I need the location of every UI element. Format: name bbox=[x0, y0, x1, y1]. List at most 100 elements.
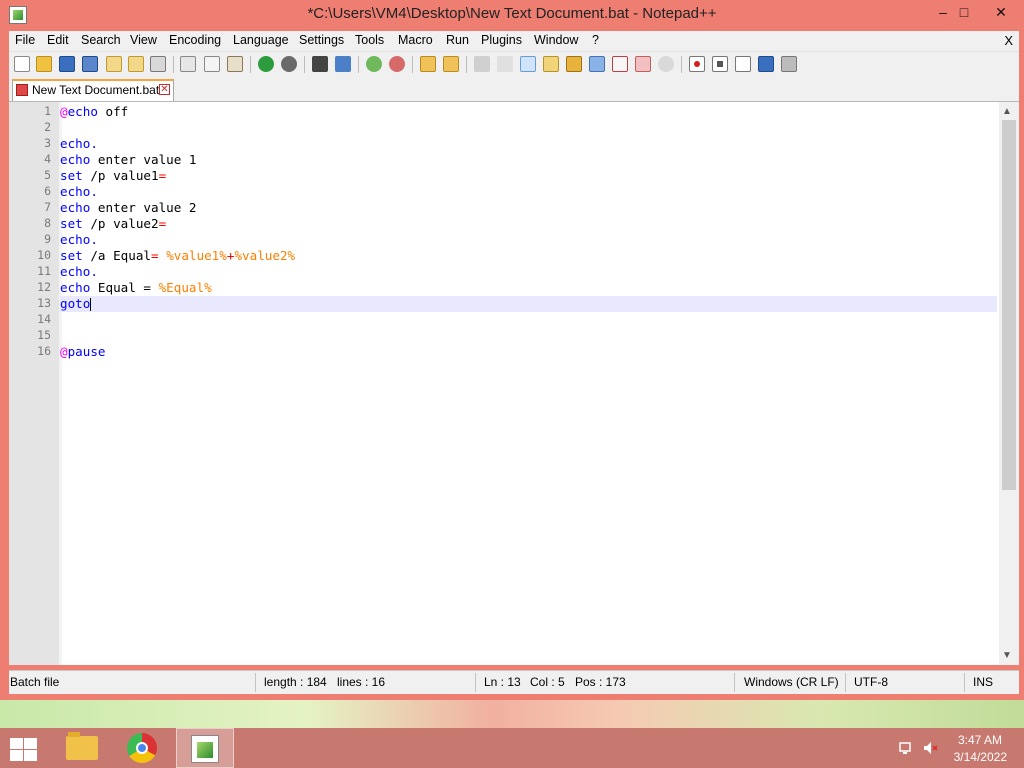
folder-as-workspace-icon[interactable] bbox=[612, 56, 628, 72]
find-icon[interactable] bbox=[312, 56, 328, 72]
show-all-characters-icon[interactable] bbox=[497, 56, 513, 72]
line-number[interactable]: 6 bbox=[44, 184, 51, 198]
menu-run[interactable]: Run bbox=[446, 33, 469, 47]
copy-icon[interactable] bbox=[204, 56, 220, 72]
menu-settings[interactable]: Settings bbox=[299, 33, 344, 47]
code-line[interactable]: echo. bbox=[60, 232, 997, 248]
sync-horizontal-icon[interactable] bbox=[443, 56, 459, 72]
zoom-out-icon[interactable] bbox=[389, 56, 405, 72]
replace-icon[interactable] bbox=[335, 56, 351, 72]
close-all-icon[interactable] bbox=[128, 56, 144, 72]
network-icon[interactable] bbox=[898, 740, 914, 756]
menu-help[interactable]: ? bbox=[592, 33, 599, 47]
code-text-area[interactable]: @echo off echo. echo enter value 1 set /p … bbox=[60, 104, 997, 360]
redo-icon[interactable] bbox=[281, 56, 297, 72]
line-number[interactable]: 9 bbox=[44, 232, 51, 246]
record-macro-icon[interactable] bbox=[689, 56, 705, 72]
code-line[interactable] bbox=[60, 312, 997, 328]
tab-new-text-document[interactable]: New Text Document.bat ✕ bbox=[12, 79, 174, 101]
code-line[interactable]: echo enter value 1 bbox=[60, 152, 997, 168]
line-number[interactable]: 16 bbox=[37, 344, 51, 358]
title-bar[interactable]: *C:\Users\VM4\Desktop\New Text Document.… bbox=[0, 0, 1024, 31]
line-number[interactable]: 8 bbox=[44, 216, 51, 230]
close-icon[interactable] bbox=[106, 56, 122, 72]
doc-map-icon[interactable] bbox=[566, 56, 582, 72]
line-number[interactable]: 15 bbox=[37, 328, 51, 342]
code-line[interactable]: echo Equal = %Equal% bbox=[60, 280, 997, 296]
code-line[interactable]: goto bbox=[60, 296, 997, 312]
scrollbar-thumb[interactable] bbox=[1002, 120, 1016, 490]
sync-vertical-icon[interactable] bbox=[420, 56, 436, 72]
vertical-scrollbar[interactable]: ▲ ▼ bbox=[999, 102, 1019, 665]
status-encoding[interactable]: UTF-8 bbox=[854, 675, 888, 689]
code-line[interactable] bbox=[60, 120, 997, 136]
code-line[interactable]: set /p value1= bbox=[60, 168, 997, 184]
new-file-icon[interactable] bbox=[14, 56, 30, 72]
close-window-button[interactable]: ✕ bbox=[979, 0, 1023, 24]
menu-search[interactable]: Search bbox=[81, 33, 121, 47]
volume-muted-icon[interactable] bbox=[922, 740, 938, 756]
close-document-button[interactable]: X bbox=[1004, 33, 1013, 48]
undo-icon[interactable] bbox=[258, 56, 274, 72]
line-number[interactable]: 3 bbox=[44, 136, 51, 150]
taskbar-chrome[interactable] bbox=[114, 728, 172, 768]
menu-macro[interactable]: Macro bbox=[398, 33, 433, 47]
tab-close-icon[interactable]: ✕ bbox=[159, 84, 170, 95]
function-list-icon[interactable] bbox=[589, 56, 605, 72]
menu-edit[interactable]: Edit bbox=[47, 33, 69, 47]
menu-encoding[interactable]: Encoding bbox=[169, 33, 221, 47]
monitoring-icon[interactable] bbox=[658, 56, 674, 72]
word-wrap-icon[interactable] bbox=[474, 56, 490, 72]
playback-macro-icon[interactable] bbox=[735, 56, 751, 72]
code-line[interactable]: @pause bbox=[60, 344, 997, 360]
line-number[interactable]: 14 bbox=[37, 312, 51, 326]
indent-guide-icon[interactable] bbox=[520, 56, 536, 72]
doc-switcher-icon[interactable] bbox=[635, 56, 651, 72]
line-number[interactable]: 5 bbox=[44, 168, 51, 182]
code-line[interactable]: set /p value2= bbox=[60, 216, 997, 232]
save-icon[interactable] bbox=[59, 56, 75, 72]
code-line[interactable]: echo. bbox=[60, 136, 997, 152]
code-line[interactable]: echo. bbox=[60, 264, 997, 280]
line-number[interactable]: 4 bbox=[44, 152, 51, 166]
line-number[interactable]: 10 bbox=[37, 248, 51, 262]
cut-icon[interactable] bbox=[180, 56, 196, 72]
save-all-icon[interactable] bbox=[82, 56, 98, 72]
run-macro-multiple-icon[interactable] bbox=[758, 56, 774, 72]
line-number[interactable]: 12 bbox=[37, 280, 51, 294]
menu-window[interactable]: Window bbox=[534, 33, 578, 47]
status-eol-format[interactable]: Windows (CR LF) bbox=[744, 675, 839, 689]
code-line[interactable]: echo. bbox=[60, 184, 997, 200]
taskbar-notepad-plus-plus[interactable] bbox=[176, 728, 234, 768]
menu-view[interactable]: View bbox=[130, 33, 157, 47]
clock-time[interactable]: 3:47 AM bbox=[958, 733, 1002, 747]
line-number[interactable]: 7 bbox=[44, 200, 51, 214]
line-number[interactable]: 1 bbox=[44, 104, 51, 118]
editor-area[interactable]: 1 2 3 4 5 6 7 8 9 10 11 12 13 14 15 16 @echo off echo. e… bbox=[9, 102, 1019, 665]
code-line[interactable]: echo enter value 2 bbox=[60, 200, 997, 216]
print-icon[interactable] bbox=[150, 56, 166, 72]
menu-file[interactable]: File bbox=[15, 33, 35, 47]
maximize-button[interactable]: □ bbox=[947, 0, 981, 24]
line-number[interactable]: 2 bbox=[44, 120, 51, 134]
menu-plugins[interactable]: Plugins bbox=[481, 33, 522, 47]
code-line[interactable]: set /a Equal= %value1%+%value2% bbox=[60, 248, 997, 264]
status-insert-mode[interactable]: INS bbox=[973, 675, 993, 689]
taskbar-file-explorer[interactable] bbox=[52, 728, 110, 768]
menu-tools[interactable]: Tools bbox=[355, 33, 384, 47]
paste-icon[interactable] bbox=[227, 56, 243, 72]
line-number[interactable]: 13 bbox=[37, 296, 51, 310]
scroll-down-icon[interactable]: ▼ bbox=[1002, 650, 1012, 661]
user-defined-language-icon[interactable] bbox=[543, 56, 559, 72]
clock-date[interactable]: 3/14/2022 bbox=[954, 750, 1007, 764]
code-line[interactable]: @echo off bbox=[60, 104, 997, 120]
zoom-in-icon[interactable] bbox=[366, 56, 382, 72]
code-line[interactable] bbox=[60, 328, 997, 344]
windows-start-icon[interactable] bbox=[8, 736, 38, 762]
save-macro-icon[interactable] bbox=[781, 56, 797, 72]
line-number[interactable]: 11 bbox=[37, 264, 51, 278]
scroll-up-icon[interactable]: ▲ bbox=[1002, 106, 1012, 117]
menu-language[interactable]: Language bbox=[233, 33, 289, 47]
stop-recording-icon[interactable] bbox=[712, 56, 728, 72]
open-file-icon[interactable] bbox=[36, 56, 52, 72]
